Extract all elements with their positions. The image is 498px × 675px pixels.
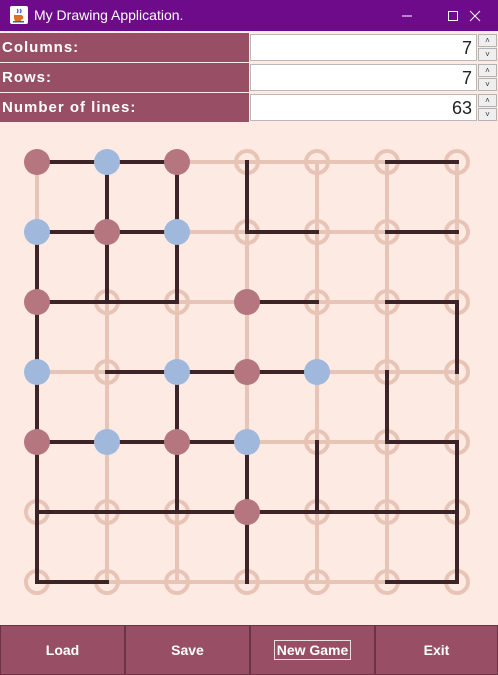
- lines-row: Number of lines: 63 ˄ ˅: [0, 93, 498, 122]
- rows-input[interactable]: 7: [250, 64, 477, 91]
- player-a-marker: [24, 429, 50, 455]
- columns-decrement-button[interactable]: ˅: [478, 48, 497, 61]
- chevron-down-icon: ˅: [485, 110, 490, 119]
- load-button-label: Load: [45, 642, 80, 658]
- columns-spinner: ˄ ˅: [478, 34, 497, 61]
- columns-label: Columns:: [0, 33, 249, 62]
- player-a-marker: [24, 149, 50, 175]
- exit-button-label: Exit: [423, 642, 450, 658]
- footer-toolbar: Load Save New Game Exit: [0, 625, 498, 675]
- title-bar: My Drawing Application.: [0, 0, 498, 31]
- player-b-marker: [94, 429, 120, 455]
- player-a-marker: [164, 149, 190, 175]
- rows-decrement-button[interactable]: ˅: [478, 78, 497, 91]
- new-game-button[interactable]: New Game: [250, 625, 375, 675]
- chevron-up-icon: ˄: [485, 96, 490, 105]
- columns-increment-button[interactable]: ˄: [478, 34, 497, 47]
- rows-spinner: ˄ ˅: [478, 64, 497, 91]
- new-game-button-label: New Game: [273, 640, 352, 660]
- columns-row: Columns: 7 ˄ ˅: [0, 33, 498, 62]
- player-b-marker: [164, 359, 190, 385]
- chevron-down-icon: ˅: [485, 50, 490, 59]
- lines-label: Number of lines:: [0, 93, 249, 122]
- close-icon: [469, 10, 481, 21]
- chevron-up-icon: ˄: [485, 66, 490, 75]
- player-b-marker: [24, 219, 50, 245]
- game-board[interactable]: [0, 125, 498, 625]
- player-a-marker: [24, 289, 50, 315]
- rows-increment-button[interactable]: ˄: [478, 64, 497, 77]
- save-button-label: Save: [171, 642, 204, 658]
- rows-row: Rows: 7 ˄ ˅: [0, 63, 498, 92]
- lines-increment-button[interactable]: ˄: [478, 94, 497, 107]
- player-a-marker: [94, 219, 120, 245]
- minimize-button[interactable]: [384, 0, 430, 31]
- minimize-icon: [402, 15, 412, 16]
- player-a-marker: [164, 429, 190, 455]
- lines-decrement-button[interactable]: ˅: [478, 108, 497, 121]
- player-a-marker: [234, 359, 260, 385]
- exit-button[interactable]: Exit: [375, 625, 498, 675]
- lines-input[interactable]: 63: [250, 94, 477, 121]
- close-button[interactable]: [452, 0, 498, 31]
- columns-input[interactable]: 7: [250, 34, 477, 61]
- player-b-marker: [94, 149, 120, 175]
- player-b-marker: [164, 219, 190, 245]
- java-cup-icon: [10, 6, 28, 24]
- save-button[interactable]: Save: [125, 625, 250, 675]
- chevron-down-icon: ˅: [485, 80, 490, 89]
- player-b-marker: [304, 359, 330, 385]
- settings-panel: Columns: 7 ˄ ˅ Rows: 7 ˄ ˅ Number of lin…: [0, 33, 498, 124]
- player-a-marker: [234, 289, 260, 315]
- chevron-up-icon: ˄: [485, 36, 490, 45]
- player-a-marker: [234, 499, 260, 525]
- lines-spinner: ˄ ˅: [478, 94, 497, 121]
- window-title: My Drawing Application.: [34, 7, 184, 23]
- player-b-marker: [24, 359, 50, 385]
- rows-label: Rows:: [0, 63, 249, 92]
- load-button[interactable]: Load: [0, 625, 125, 675]
- player-b-marker: [234, 429, 260, 455]
